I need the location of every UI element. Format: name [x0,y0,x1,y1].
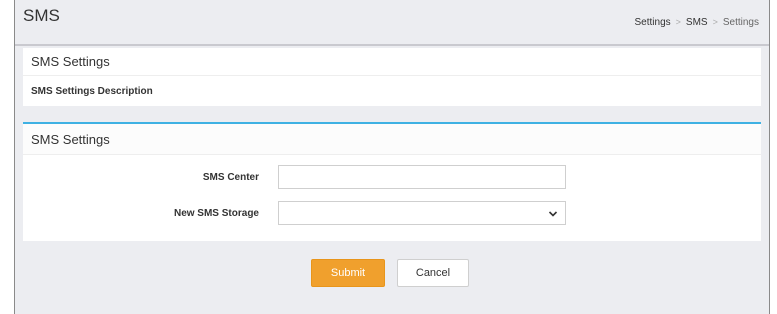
sms-center-label: SMS Center [202,172,259,183]
breadcrumb-separator-icon: > [712,17,718,27]
breadcrumb-separator-icon: > [675,17,681,27]
cancel-button[interactable]: Cancel [397,259,469,287]
submit-button[interactable]: Submit [311,259,385,287]
info-panel-title: SMS Settings [23,48,761,76]
page-title: SMS [23,6,60,25]
sms-center-row: SMS Center [23,165,761,191]
info-panel-description: SMS Settings Description [31,85,153,97]
sms-storage-label: New SMS Storage [173,208,259,219]
sms-storage-row: New SMS Storage [23,201,761,227]
info-panel: SMS Settings SMS Settings Description [23,48,761,106]
sms-center-input[interactable] [279,166,565,188]
page-header: SMS Settings > SMS > Settings [15,0,769,46]
breadcrumb-sms[interactable]: SMS [686,17,708,28]
sms-settings-page: SMS Settings > SMS > Settings SMS Settin… [14,0,770,314]
breadcrumb-current: Settings [722,16,759,28]
breadcrumb-settings[interactable]: Settings [635,17,671,28]
form-panel: SMS Settings SMS Center New SMS Storage [23,122,761,241]
form-panel-title: SMS Settings [23,124,761,155]
sms-storage-select[interactable] [278,201,566,225]
breadcrumb: Settings > SMS > Settings [635,17,759,28]
chevron-down-icon [548,211,558,217]
sms-center-field-box [278,165,566,189]
